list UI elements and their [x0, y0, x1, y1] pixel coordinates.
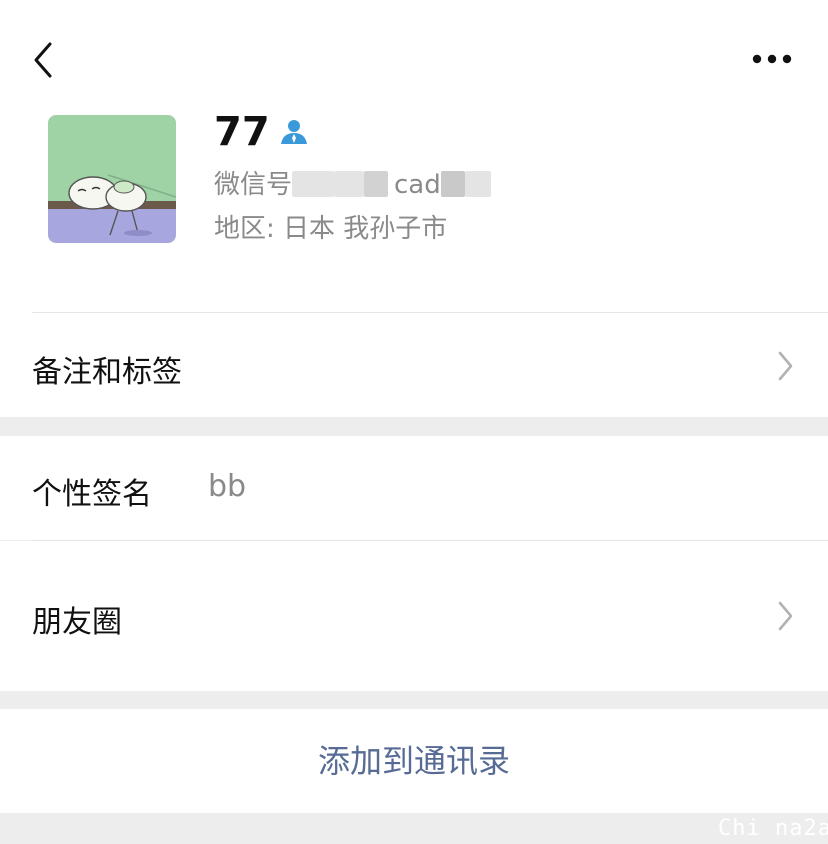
ellipsis-horizontal-icon — [752, 54, 792, 64]
moments-row[interactable]: 朋友圈 — [0, 541, 828, 691]
signature-value: bb — [208, 469, 247, 504]
add-to-contacts-button[interactable]: 添加到通讯录 — [0, 709, 828, 813]
region: 地区: 日本 我孙子市 — [214, 212, 447, 246]
cartoon-avatar-image — [48, 115, 176, 243]
redacted-block — [464, 170, 491, 197]
redacted-block — [440, 170, 465, 197]
moments-label: 朋友圈 — [32, 605, 122, 640]
wechat-id-value: cad — [394, 170, 441, 200]
redacted-block — [364, 170, 389, 197]
back-button[interactable] — [28, 38, 62, 82]
signature-row: 个性签名 bb — [0, 436, 828, 540]
signature-label: 个性签名 — [32, 477, 152, 512]
chevron-left-icon — [34, 42, 52, 78]
redacted-block — [292, 170, 335, 197]
wechat-id: 微信号 cad — [214, 168, 491, 202]
add-to-contacts-label: 添加到通讯录 — [317, 742, 510, 780]
redacted-block — [334, 170, 365, 197]
remarks-and-tags-label: 备注和标签 — [32, 355, 182, 390]
profile-card: 77 微信号 cad 地区: 日本 我孙子市 — [0, 0, 828, 313]
chevron-right-icon — [778, 601, 793, 631]
watermark: Chi na2au — [718, 816, 828, 841]
region-value: 日本 我孙子市 — [283, 214, 448, 244]
wechat-id-label: 微信号 — [214, 170, 293, 200]
avatar[interactable] — [48, 115, 176, 243]
remarks-and-tags-row[interactable]: 备注和标签 — [0, 313, 828, 417]
person-icon — [281, 120, 307, 144]
profile-name: 77 — [214, 109, 270, 155]
region-label: 地区: — [214, 214, 275, 244]
more-button[interactable] — [748, 46, 796, 72]
chevron-right-icon — [778, 351, 793, 381]
